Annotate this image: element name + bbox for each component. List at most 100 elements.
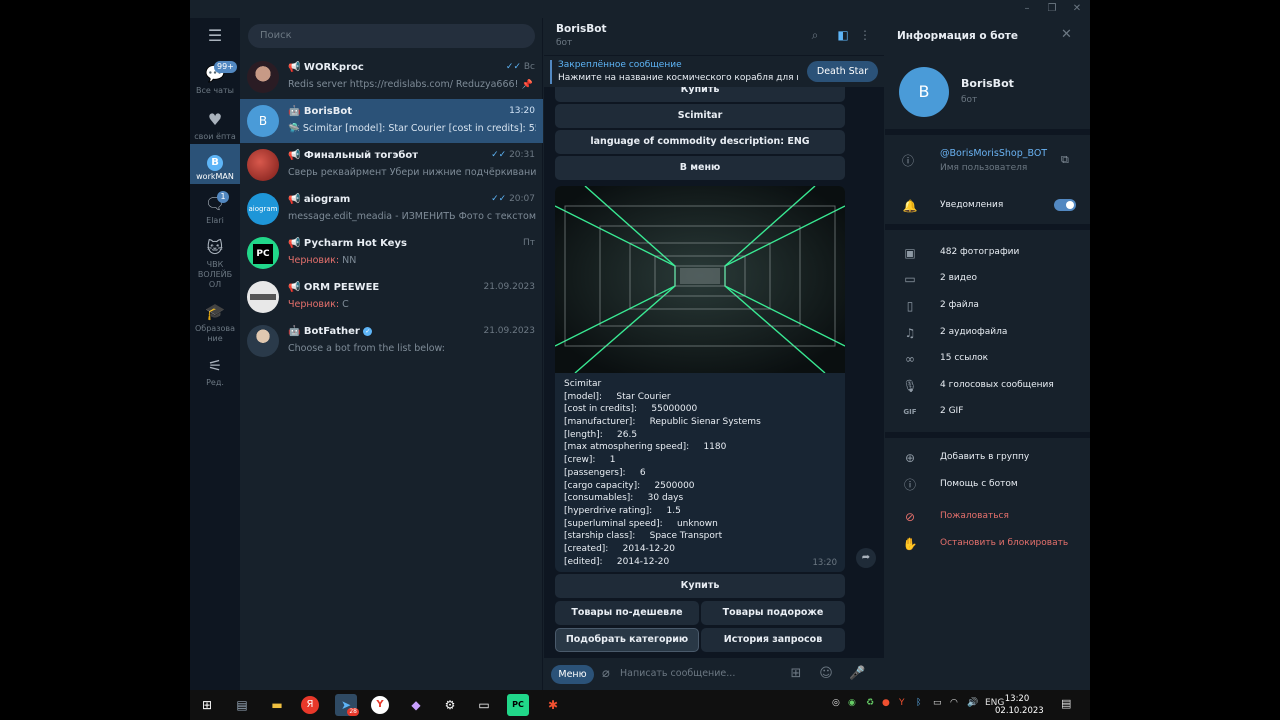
pycharm-icon[interactable]: PC [507, 694, 529, 716]
language-button[interactable]: language of commodity description: ENG [555, 130, 845, 154]
bluetooth-icon[interactable]: ᛒ [916, 698, 921, 708]
folder-all-chats[interactable]: 💬 Все чаты 99+ [190, 58, 240, 100]
folder-edit[interactable]: ⚟ Ред. [190, 352, 240, 388]
search-icon[interactable]: ⌕ [807, 27, 823, 43]
tray-yandex-icon[interactable]: Y [899, 698, 905, 708]
bot-menu-button[interactable]: Меню [551, 665, 594, 684]
tray-app-icon[interactable]: ◎ [832, 698, 840, 708]
info-icon: ⓘ [903, 478, 916, 492]
wifi-icon[interactable]: ◠ [950, 698, 958, 708]
folder-workman[interactable]: B workMAN [190, 144, 240, 184]
block-row[interactable]: ✋ Остановить и блокировать [885, 531, 1090, 557]
search-input[interactable]: Поиск [248, 24, 535, 48]
yandex-icon[interactable]: Я [301, 696, 319, 714]
buy-button-bottom[interactable]: Купить [555, 574, 845, 598]
media-voice-row[interactable]: 🎙 4 голосовых сообщения [885, 373, 1090, 399]
file-viewer-icon[interactable]: ▤ [231, 694, 253, 716]
close-icon[interactable]: ✕ [1061, 27, 1072, 42]
microphone-icon[interactable]: 🎤 [849, 666, 865, 681]
windows-start-icon[interactable]: ⊞ [196, 694, 218, 716]
choose-category-button[interactable]: Подобрать категорию [555, 628, 699, 652]
media-gif-row[interactable]: GIF 2 GIF [885, 399, 1090, 425]
sidebar-toggle-icon[interactable]: ◧ [835, 27, 851, 43]
tray-app-icon[interactable]: ◉ [848, 698, 856, 708]
buy-button[interactable]: Купить [555, 87, 845, 102]
file-explorer-icon[interactable]: ▬ [266, 694, 288, 716]
folder-obrazovanie[interactable]: 🎓 Образование [190, 296, 240, 344]
clock[interactable]: 13:20 02.10.2023 [995, 693, 1044, 717]
verified-icon: ✓ [363, 326, 373, 336]
copy-icon[interactable]: ⧉ [1061, 153, 1069, 167]
chat-item-aiogram[interactable]: aiogram 📢 aiogram ✓✓ 20:07 message.edit_… [240, 187, 543, 231]
starship-corridor-image[interactable] [555, 186, 845, 373]
chat-time-text: 20:07 [509, 194, 535, 204]
tray-app-icon[interactable]: ♻ [866, 698, 874, 708]
forward-icon[interactable]: ➦ [856, 548, 876, 568]
avatar [247, 61, 279, 93]
hamburger-menu-button[interactable]: ☰ [190, 26, 240, 52]
folder-rail: ☰ 💬 Все чаты 99+ ♥ свои ёпта B workMAN 🗨… [190, 18, 240, 690]
minimize-button[interactable]: – [1016, 2, 1038, 16]
folder-label: Образование [195, 324, 235, 343]
double-check-icon: ✓✓ [491, 194, 507, 204]
telegram-icon[interactable]: ➤ 28 [335, 694, 359, 716]
bot-commands-icon[interactable]: ⊞ [788, 666, 804, 681]
bot-avatar[interactable]: B [899, 67, 949, 117]
photo-icon: ▣ [904, 246, 916, 260]
git-icon[interactable]: ✱ [542, 694, 564, 716]
chat-item-final-bot[interactable]: 📢 Финальный тогэбот ✓✓ 20:31 Сверь реква… [240, 143, 543, 187]
media-links-row[interactable]: ∞ 15 ссылок [885, 346, 1090, 372]
microphone-icon: 🎙 [902, 379, 918, 393]
avatar: aiogram [247, 193, 279, 225]
app-diamond-icon[interactable]: ◆ [405, 694, 427, 716]
volume-icon[interactable]: 🔊 [967, 698, 978, 708]
chat-name: 📢 Pycharm Hot Keys [288, 238, 407, 249]
folder-elari[interactable]: 🗨 Elari 1 [190, 188, 240, 228]
maximize-button[interactable]: ❐ [1041, 2, 1063, 16]
media-audio-row[interactable]: ♫ 2 аудиофайла [885, 320, 1090, 346]
message-line: [superluminal speed]: unknown [564, 518, 718, 529]
pinned-message-bar[interactable]: Закреплённое сообщение Нажмите на назван… [544, 55, 884, 87]
message-line: [created]: 2014-12-20 [564, 543, 675, 554]
chat-name: 📢 Финальный тогэбот [288, 150, 419, 161]
settings-gear-icon[interactable]: ⚙ [439, 694, 461, 716]
folder-svoi[interactable]: ♥ свои ёпта [190, 104, 240, 144]
chat-item-borisbot[interactable]: B 🤖 BorisBot 13:20 🛸 Scimitar [model]: S… [240, 99, 543, 143]
more-options-icon[interactable]: ⋮ [857, 27, 873, 43]
death-star-button[interactable]: Death Star [807, 61, 878, 82]
notifications-icon[interactable]: ▤ [1061, 697, 1071, 710]
notifications-toggle[interactable] [1054, 199, 1076, 211]
chat-item-pycharm[interactable]: PC 📢 Pycharm Hot Keys Пт Черновик: NN [240, 231, 543, 275]
chat-preview: Redis server https://redislabs.com/ Redu… [288, 79, 519, 90]
folder-chvk-voleybol[interactable]: 🐱 ЧВК ВОЛЕЙБОЛ [190, 232, 240, 290]
chat-title[interactable]: BorisBot [556, 23, 606, 35]
battery-icon[interactable]: ▭ [933, 698, 942, 708]
chat-item-orm-peewee[interactable]: 📢 ORM PEEWEE 21.09.2023 Черновик: C [240, 275, 543, 319]
scimitar-button[interactable]: Scimitar [555, 104, 845, 128]
headphones-icon: ♫ [904, 326, 916, 340]
paperclip-icon[interactable]: ⌀ [602, 666, 610, 681]
pricier-goods-button[interactable]: Товары подороже [701, 601, 845, 625]
bot-help-row[interactable]: ⓘ Помощь с ботом [885, 472, 1090, 498]
media-photos-row[interactable]: ▣ 482 фотографии [885, 240, 1090, 266]
add-to-group-row[interactable]: ⊕ Добавить в группу [885, 445, 1090, 471]
media-videos-row[interactable]: ▭ 2 видео [885, 266, 1090, 292]
cheaper-goods-button[interactable]: Товары по-дешевле [555, 601, 699, 625]
message-input[interactable]: Написать сообщение... [620, 666, 780, 682]
double-check-icon: ✓✓ [491, 150, 507, 160]
chat-time-text: Вс [523, 62, 535, 72]
tray-app-icon[interactable]: ● [882, 698, 890, 708]
bot-username[interactable]: @BorisMorisShop_BOT [940, 148, 1047, 159]
report-row[interactable]: ⊘ Пожаловаться [885, 504, 1090, 530]
message-line: [max atmosphering speed]: 1180 [564, 442, 727, 453]
monitor-icon[interactable]: ▭ [473, 694, 495, 716]
yandex-browser-icon[interactable]: Y [371, 696, 389, 714]
chat-item-workproc[interactable]: 📢 WORKproc ✓✓ Вс Redis server https://re… [240, 55, 543, 99]
request-history-button[interactable]: История запросов [701, 628, 845, 652]
close-window-button[interactable]: ✕ [1066, 2, 1088, 16]
chat-item-botfather[interactable]: 🤖 BotFather ✓ 21.09.2023 Choose a bot fr… [240, 319, 543, 363]
message-line: [edited]: 2014-12-20 [564, 556, 670, 567]
to-menu-button[interactable]: В меню [555, 156, 845, 180]
emoji-icon[interactable]: ☺ [818, 666, 834, 681]
media-files-row[interactable]: ▯ 2 файла [885, 293, 1090, 319]
